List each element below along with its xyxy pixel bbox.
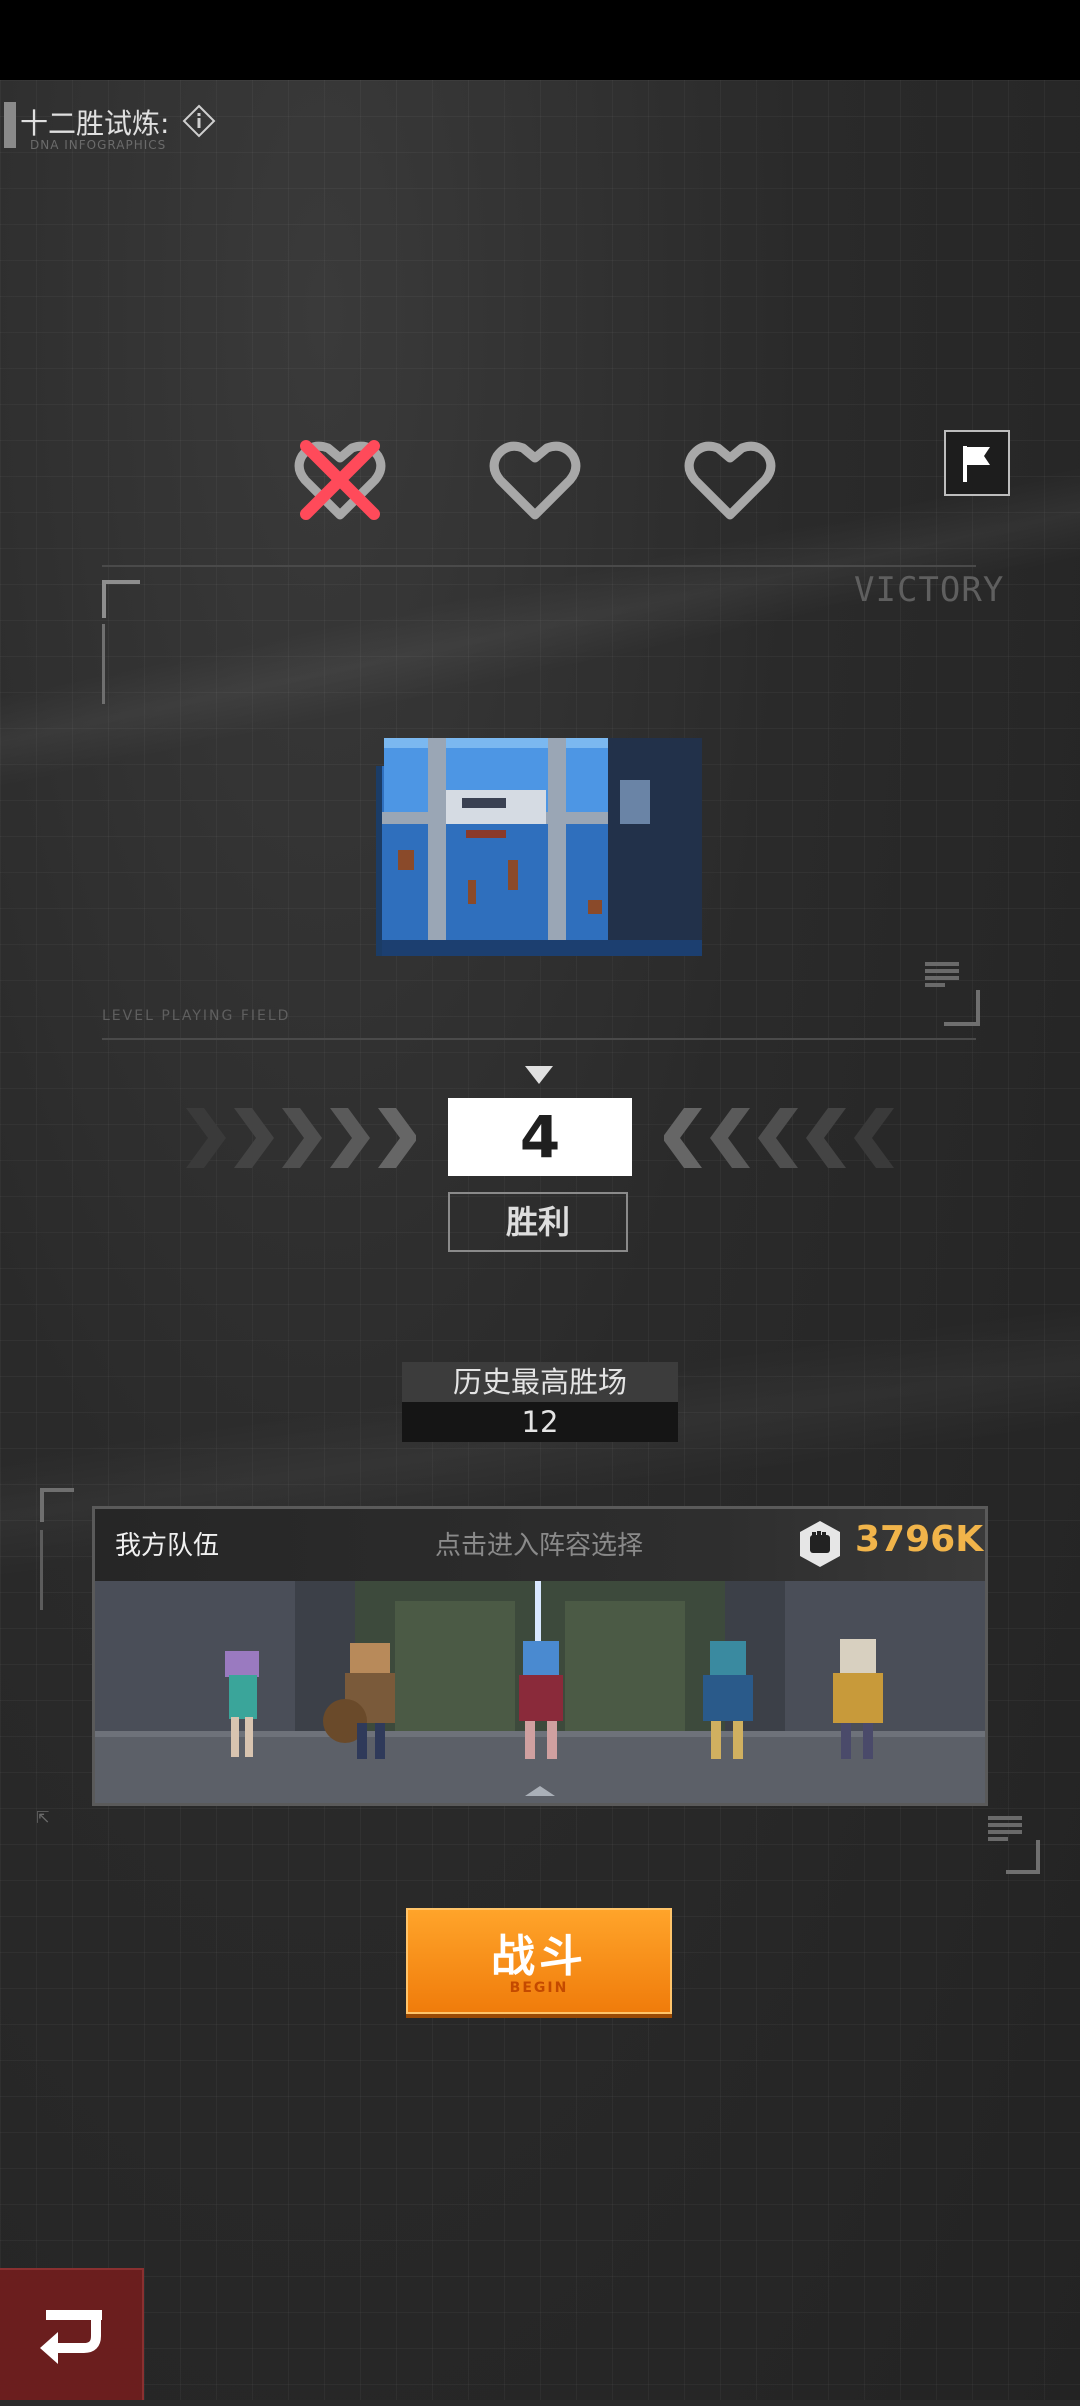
- team-lineup-panel[interactable]: 我方队伍 点击进入阵容选择 3796K: [92, 1506, 988, 1806]
- best-record-title: 历史最高胜场: [402, 1362, 678, 1402]
- pointer-arrow-icon: [525, 1066, 553, 1084]
- frame-corner: [944, 990, 980, 1026]
- lives-indicator: [280, 430, 800, 530]
- surrender-button[interactable]: [944, 430, 1010, 496]
- frame-ticks: [102, 624, 115, 704]
- frame-corner: [1006, 1840, 1040, 1874]
- fist-power-icon: [800, 1521, 840, 1567]
- battle-button-sublabel: BEGIN: [509, 1980, 569, 1996]
- page-title: 十二胜试炼:: [20, 107, 170, 140]
- chevrons-right-icon: [186, 1108, 416, 1168]
- team-select-hint: 点击进入阵容选择: [435, 1531, 644, 1561]
- divider-bottom: [102, 1038, 976, 1040]
- chevrons-left-icon: [664, 1108, 894, 1168]
- heart-lost-icon: [294, 440, 386, 520]
- title-accent-bar: [4, 102, 16, 148]
- frame-corner: [102, 580, 140, 618]
- win-count: 4: [448, 1098, 632, 1176]
- frame-corner: [40, 1488, 74, 1522]
- level-caption: LEVEL PLAYING FIELD: [102, 1008, 291, 1024]
- team-header: 我方队伍 点击进入阵容选择 3796K: [95, 1509, 985, 1581]
- frame-ticks: [40, 1530, 49, 1610]
- battle-button[interactable]: 战斗 BEGIN: [406, 1908, 672, 2014]
- info-icon[interactable]: [182, 104, 216, 138]
- back-button[interactable]: [0, 2268, 144, 2400]
- page-subtitle: DNA INFOGRAPHICS: [30, 138, 167, 152]
- status-bar: [0, 0, 1080, 80]
- flag-icon: [963, 446, 990, 482]
- reward-chest-icon: [376, 738, 702, 956]
- team-power-value: 3796K: [855, 1519, 984, 1560]
- return-arrow-icon: [40, 2310, 102, 2364]
- team-title: 我方队伍: [115, 1531, 220, 1561]
- best-record-value: 12: [402, 1402, 678, 1442]
- win-label: 胜利: [448, 1192, 628, 1252]
- expand-icon: ⇱: [36, 1808, 50, 1827]
- divider-top: [102, 565, 976, 567]
- battle-button-label: 战斗: [491, 1931, 587, 1982]
- heart-icon: [489, 441, 581, 520]
- equalizer-icon: [988, 1816, 1022, 1841]
- team-scene-image: [95, 1581, 985, 1803]
- heart-icon: [684, 441, 776, 520]
- victory-watermark: VICTORY: [854, 570, 1005, 610]
- equalizer-icon: [925, 962, 959, 987]
